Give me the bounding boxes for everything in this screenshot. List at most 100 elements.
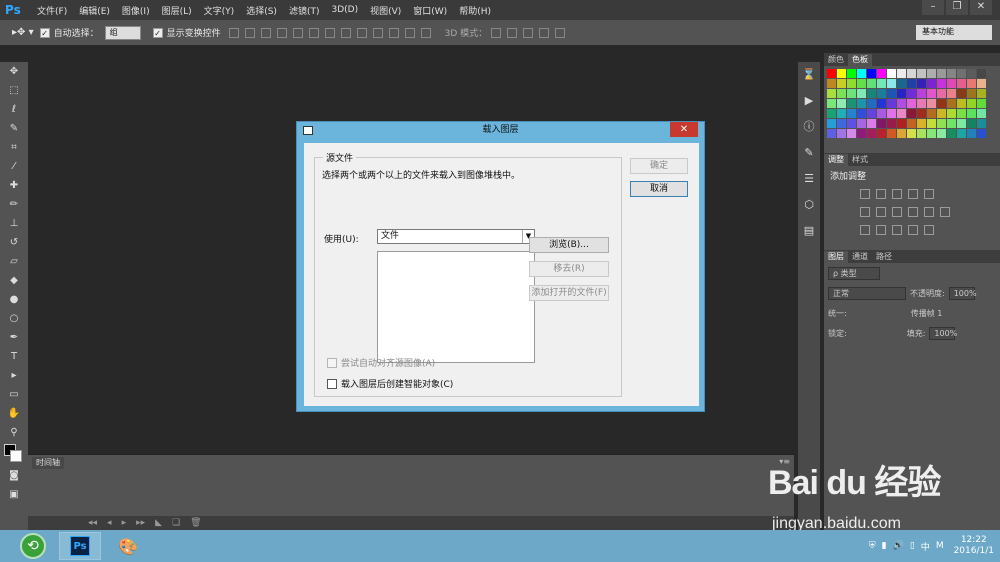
tween-icon[interactable]: ◣ — [155, 518, 162, 528]
swatch[interactable] — [837, 69, 846, 78]
menu-edit[interactable]: 编辑(E) — [73, 4, 116, 17]
slide3d-icon[interactable] — [539, 27, 550, 38]
smart-object-checkbox[interactable] — [327, 378, 337, 389]
swatch[interactable] — [877, 119, 886, 128]
swatch[interactable] — [827, 79, 836, 88]
swatch[interactable] — [837, 129, 846, 138]
drag3d-icon[interactable] — [523, 27, 534, 38]
mixer-icon[interactable] — [924, 207, 934, 217]
restore-icon[interactable]: ❐ — [946, 0, 968, 15]
new-frame-icon[interactable]: ❏ — [172, 518, 180, 528]
tab-paths[interactable]: 路径 — [872, 251, 896, 263]
distribute-left-icon[interactable] — [372, 27, 383, 38]
threshold-icon[interactable] — [892, 225, 902, 235]
rotate3d-icon[interactable] — [491, 27, 502, 38]
menu-file[interactable]: 文件(F) — [31, 4, 73, 17]
swatch[interactable] — [897, 89, 906, 98]
swatch[interactable] — [827, 109, 836, 118]
opacity-field[interactable]: 100% — [948, 286, 977, 300]
move-tool-icon[interactable]: ▸✥ ▾ — [12, 27, 34, 38]
curves-icon[interactable] — [892, 189, 902, 199]
vibrance-icon[interactable] — [924, 189, 934, 199]
scale3d-icon[interactable] — [555, 27, 566, 38]
swatch[interactable] — [907, 69, 916, 78]
play-icon[interactable]: ▸ — [122, 518, 127, 528]
swatch[interactable] — [947, 119, 956, 128]
quick-mask-icon[interactable]: ◙ — [0, 466, 28, 485]
auto-select-dropdown[interactable]: 组 — [104, 25, 141, 40]
next-frame-icon[interactable]: ▸▸ — [136, 518, 145, 528]
swatch[interactable] — [967, 129, 976, 138]
swatch[interactable] — [897, 69, 906, 78]
swatch[interactable] — [927, 99, 936, 108]
swatch[interactable] — [867, 129, 876, 138]
menu-view[interactable]: 视图(V) — [364, 4, 407, 17]
swatch[interactable] — [967, 79, 976, 88]
swatch[interactable] — [907, 129, 916, 138]
swatch[interactable] — [827, 69, 836, 78]
swatch[interactable] — [947, 109, 956, 118]
swatch[interactable] — [897, 119, 906, 128]
workspace-dropdown[interactable]: 基本功能 — [916, 25, 992, 40]
swatch[interactable] — [907, 79, 916, 88]
file-list[interactable] — [377, 251, 535, 363]
invert-icon[interactable] — [860, 225, 870, 235]
swatch[interactable] — [957, 109, 966, 118]
brush-presets-icon[interactable]: ✎ — [798, 140, 820, 166]
cancel-button[interactable]: 取消 — [630, 181, 688, 197]
swatch[interactable] — [927, 109, 936, 118]
swatch[interactable] — [917, 89, 926, 98]
swatch[interactable] — [857, 79, 866, 88]
align-vcenter-icon[interactable] — [244, 27, 255, 38]
menu-type[interactable]: 文字(Y) — [198, 4, 241, 17]
dialog-close-icon[interactable]: ✕ — [670, 122, 698, 137]
swatch[interactable] — [897, 109, 906, 118]
swatch[interactable] — [857, 129, 866, 138]
lasso-tool-icon[interactable]: ℓ — [0, 100, 28, 119]
first-frame-icon[interactable]: ◂◂ — [88, 518, 97, 528]
swatch[interactable] — [877, 79, 886, 88]
levels-icon[interactable] — [876, 189, 886, 199]
history-icon[interactable]: ⌛ — [798, 62, 820, 88]
eraser-tool-icon[interactable]: ▱ — [0, 252, 28, 271]
properties-icon[interactable]: ☰ — [798, 166, 820, 192]
swatch[interactable] — [977, 129, 986, 138]
swatch[interactable] — [967, 119, 976, 128]
swatch[interactable] — [917, 109, 926, 118]
swatch-grid[interactable] — [824, 66, 1000, 141]
menu-filter[interactable]: 滤镜(T) — [283, 4, 326, 17]
swatch[interactable] — [927, 79, 936, 88]
swatch[interactable] — [947, 129, 956, 138]
brightness-icon[interactable] — [860, 189, 870, 199]
propagate-label[interactable]: 传播帧 1 — [911, 308, 943, 319]
swatch[interactable] — [897, 79, 906, 88]
ime-indicator[interactable]: 中 — [921, 540, 930, 553]
distribute-vcenter-icon[interactable] — [340, 27, 351, 38]
swatch[interactable] — [877, 109, 886, 118]
swatch[interactable] — [957, 99, 966, 108]
menu-window[interactable]: 窗口(W) — [407, 4, 453, 17]
3d-icon[interactable]: ⬡ — [798, 192, 820, 218]
swatch[interactable] — [877, 89, 886, 98]
swatch[interactable] — [947, 79, 956, 88]
quick-select-tool-icon[interactable]: ✎ — [0, 119, 28, 138]
swatch[interactable] — [837, 109, 846, 118]
distribute-bottom-icon[interactable] — [356, 27, 367, 38]
actions-icon[interactable]: ▶ — [798, 88, 820, 114]
swatch[interactable] — [837, 119, 846, 128]
prev-frame-icon[interactable]: ◂ — [107, 518, 112, 528]
swatch[interactable] — [877, 129, 886, 138]
swatch[interactable] — [847, 89, 856, 98]
swatch[interactable] — [857, 69, 866, 78]
swatch[interactable] — [957, 119, 966, 128]
swatch[interactable] — [867, 109, 876, 118]
auto-align-option[interactable]: 尝试自动对齐源图像(A) — [327, 356, 435, 369]
swatch[interactable] — [947, 99, 956, 108]
swatch[interactable] — [937, 69, 946, 78]
swatch[interactable] — [977, 69, 986, 78]
align-hcenter-icon[interactable] — [292, 27, 303, 38]
swatch[interactable] — [857, 119, 866, 128]
swatch[interactable] — [917, 69, 926, 78]
dialog-titlebar[interactable]: 载入图层 ✕ — [297, 122, 704, 139]
swatch[interactable] — [887, 129, 896, 138]
